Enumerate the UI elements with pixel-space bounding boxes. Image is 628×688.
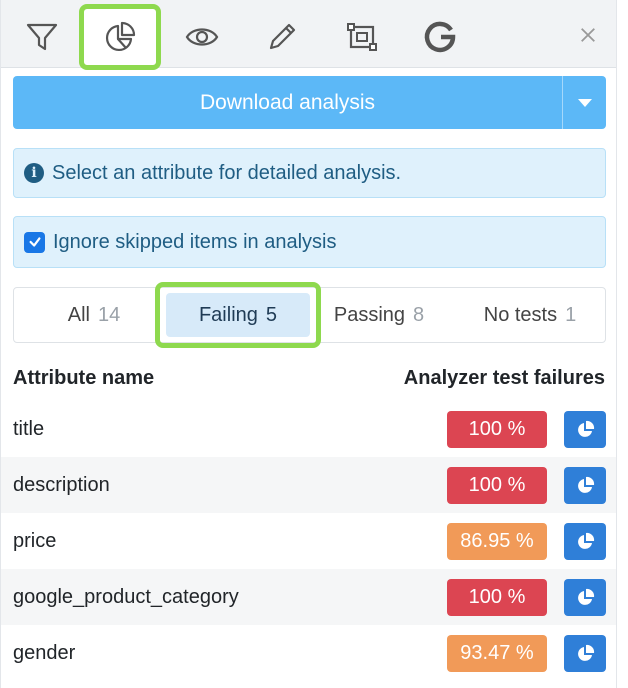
tab-no-tests-count: 1 (565, 303, 577, 326)
attribute-analysis-button[interactable] (564, 635, 606, 672)
table-header: Attribute name Analyzer test failures (1, 356, 617, 400)
tab-no-tests-label: No tests (483, 303, 558, 326)
frame-icon (347, 23, 377, 51)
failure-percent-badge: 86.95 % (447, 523, 547, 560)
info-icon: i (24, 163, 44, 183)
chart-pie-icon (105, 21, 136, 52)
download-analysis-label[interactable]: Download analysis (13, 76, 562, 129)
table-row[interactable]: price 86.95 % (1, 513, 617, 569)
table-row[interactable]: description 100 % (1, 457, 617, 513)
chart-pie-icon (578, 476, 595, 493)
attribute-name[interactable]: price (13, 530, 56, 553)
caret-down-icon (577, 98, 592, 107)
pencil-icon (269, 23, 296, 50)
chart-pie-icon (578, 532, 595, 549)
download-options-toggle[interactable] (562, 76, 606, 129)
chart-pie-icon (578, 588, 595, 605)
frame-tool-button[interactable] (323, 6, 401, 68)
attribute-name[interactable]: gender (13, 642, 75, 665)
tab-all-label: All (67, 303, 90, 326)
close-icon (581, 28, 595, 42)
toolbar (1, 0, 617, 70)
google-tool-button[interactable] (401, 6, 479, 68)
attribute-analysis-button[interactable] (564, 467, 606, 504)
attribute-analysis-button[interactable] (564, 579, 606, 616)
attribute-analysis-button[interactable] (564, 523, 606, 560)
tab-all-count: 14 (97, 303, 121, 326)
edit-tool-button[interactable] (243, 6, 321, 68)
attribute-name[interactable]: description (13, 474, 110, 497)
tab-failing-label: Failing (198, 303, 258, 326)
filter-tool-button[interactable] (3, 6, 81, 68)
ignore-skipped-label[interactable]: Ignore skipped items in analysis (53, 231, 336, 254)
window-edge (616, 0, 628, 688)
ignore-skipped-checkbox[interactable] (24, 231, 45, 253)
eye-icon (185, 28, 219, 46)
attribute-name[interactable]: google_product_category (13, 586, 239, 609)
table-row[interactable]: gender 93.47 % (1, 625, 617, 681)
close-button[interactable] (573, 20, 603, 50)
column-attribute-name: Attribute name (13, 366, 155, 389)
tab-no-tests[interactable]: No tests 1 (460, 288, 600, 342)
tab-passing[interactable]: Passing 8 (320, 288, 438, 342)
attribute-table: title 100 % description 100 % price 86.9… (1, 401, 617, 681)
tab-failing[interactable]: Failing 5 (155, 282, 321, 348)
analysis-tool-button[interactable] (79, 4, 161, 70)
failure-percent-badge: 93.47 % (447, 635, 547, 672)
tab-failing-count: 5 (265, 303, 278, 326)
checkmark-icon (28, 237, 41, 247)
attribute-analysis-button[interactable] (564, 411, 606, 448)
analysis-panel: Download analysis i Select an attribute … (0, 0, 617, 688)
tab-all[interactable]: All 14 (44, 288, 144, 342)
filter-tabs: All 14 Failing 5 Passing 8 No tests 1 (13, 282, 606, 348)
attribute-name[interactable]: title (13, 418, 44, 441)
download-analysis-button[interactable]: Download analysis (13, 76, 606, 129)
google-icon (424, 21, 456, 53)
filter-icon (26, 23, 58, 51)
chart-pie-icon (578, 420, 595, 437)
table-row[interactable]: title 100 % (1, 401, 617, 457)
preview-tool-button[interactable] (163, 6, 241, 68)
tab-passing-count: 8 (413, 303, 425, 326)
info-alert: i Select an attribute for detailed analy… (13, 148, 606, 198)
ignore-skipped-option[interactable]: Ignore skipped items in analysis (13, 216, 606, 268)
column-test-failures: Analyzer test failures (403, 366, 605, 389)
tab-passing-label: Passing (333, 303, 406, 326)
table-row[interactable]: google_product_category 100 % (1, 569, 617, 625)
info-text: Select an attribute for detailed analysi… (52, 161, 402, 184)
chart-pie-icon (578, 644, 595, 661)
failure-percent-badge: 100 % (447, 467, 547, 504)
failure-percent-badge: 100 % (447, 579, 547, 616)
failure-percent-badge: 100 % (447, 411, 547, 448)
